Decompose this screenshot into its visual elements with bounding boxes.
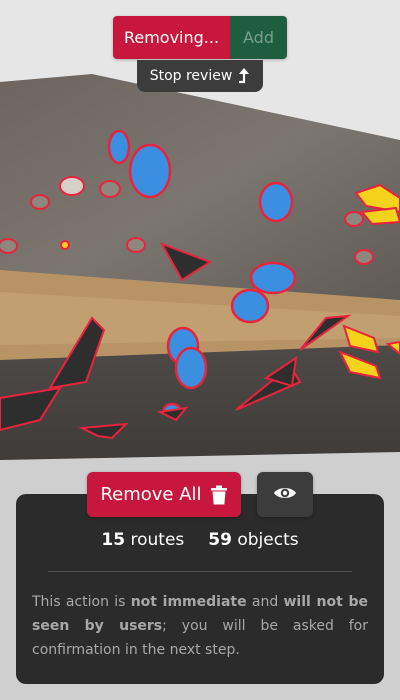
routes-count: 15 routes (101, 530, 184, 550)
summary-panel: 15 routes 59 objects This action is not … (16, 494, 384, 684)
objects-number: 59 (208, 530, 232, 550)
routes-number: 15 (101, 530, 126, 550)
trash-icon (210, 485, 228, 505)
stop-review-label: Stop review (149, 68, 233, 84)
stop-review-button[interactable]: Stop review (137, 60, 263, 92)
add-mode-button[interactable]: Add (230, 16, 287, 59)
confirmation-notice: This action is not immediate and will no… (32, 590, 368, 662)
objects-label: objects (237, 530, 299, 550)
removing-mode-button[interactable]: Removing... (113, 16, 230, 59)
routes-label: routes (130, 530, 185, 550)
remove-all-label: Remove All (100, 484, 202, 505)
exit-arrow-icon (238, 68, 250, 84)
mode-toggle: Removing... Add (113, 16, 287, 59)
objects-count: 59 objects (208, 530, 298, 550)
preview-toggle-button[interactable] (257, 472, 313, 517)
notice-text-2: and (246, 594, 284, 610)
notice-bold-1: not immediate (130, 594, 247, 610)
divider (48, 571, 352, 572)
remove-all-button[interactable]: Remove All (87, 472, 241, 517)
notice-text-1: This action is (32, 594, 131, 610)
eye-icon (273, 485, 297, 505)
counts-row: 15 routes 59 objects (16, 530, 384, 550)
